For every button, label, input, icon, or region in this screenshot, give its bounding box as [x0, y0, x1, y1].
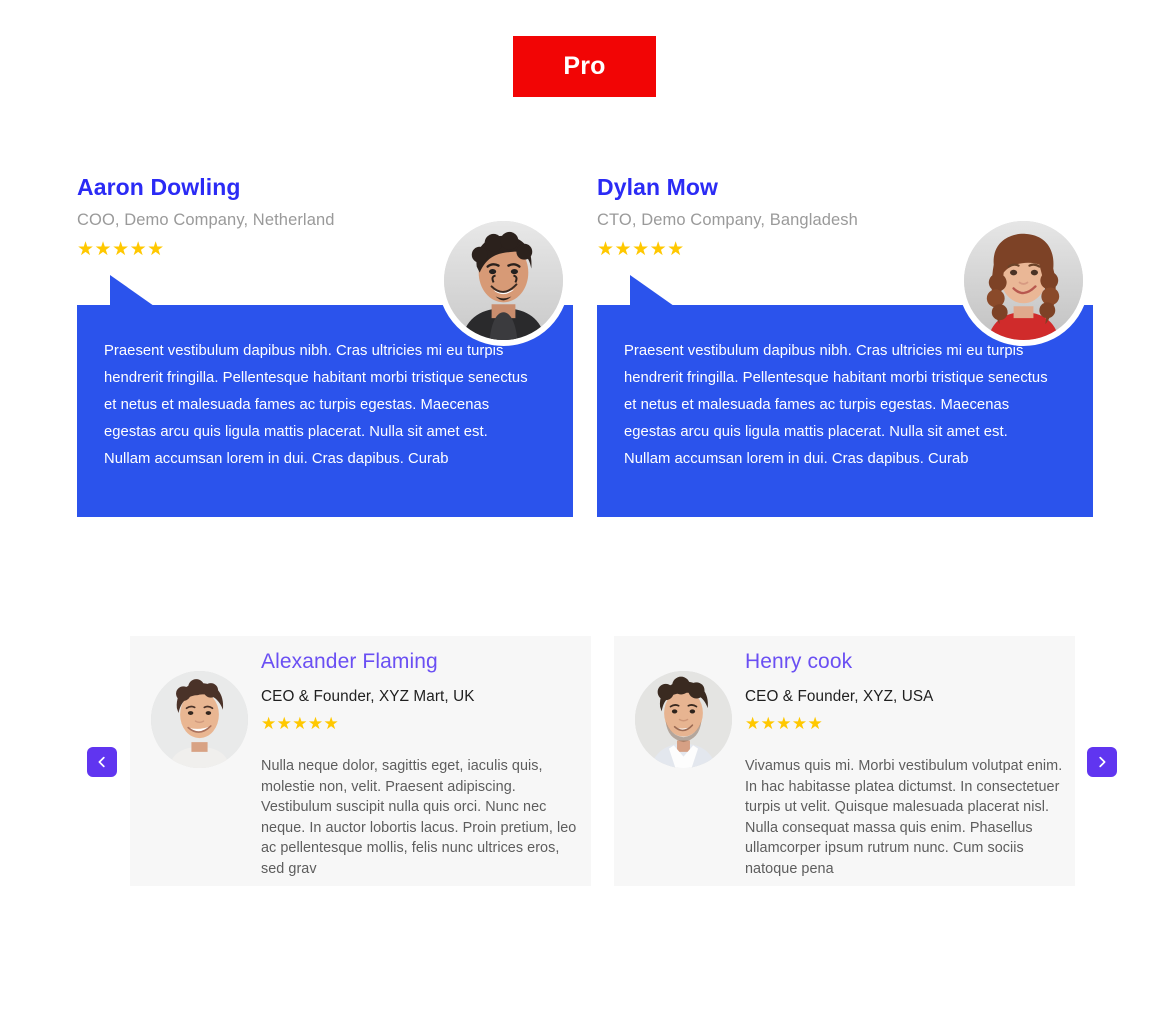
testimonial-role: CEO & Founder, XYZ, USA	[745, 688, 934, 705]
testimonial-quote: Nulla neque dolor, sagittis eget, iaculi…	[261, 758, 577, 877]
avatar	[438, 215, 569, 346]
carousel-card-content: Alexander Flaming CEO & Founder, XYZ Mar…	[261, 650, 579, 880]
bubble-tail	[630, 275, 674, 306]
carousel-card-henry-cook[interactable]: Henry cook CEO & Founder, XYZ, USA ★★★★★…	[614, 636, 1075, 886]
testimonial-name: Henry cook	[745, 650, 853, 673]
testimonial-carousel: Alexander Flaming CEO & Founder, XYZ Mar…	[0, 636, 1170, 886]
testimonial-name: Dylan Mow	[597, 174, 719, 200]
carousel-card-alexander-flaming[interactable]: Alexander Flaming CEO & Founder, XYZ Mar…	[130, 636, 591, 886]
testimonial-role: COO, Demo Company, Netherland	[77, 211, 335, 229]
carousel-prev-button[interactable]	[87, 747, 117, 777]
chevron-left-icon	[96, 756, 108, 768]
testimonial-name: Aaron Dowling	[77, 174, 241, 200]
pro-badge-label: Pro	[563, 52, 606, 80]
rating-stars: ★★★★★	[77, 239, 165, 260]
avatar	[635, 671, 732, 768]
rating-stars: ★★★★★	[261, 714, 340, 733]
testimonial-quote: Praesent vestibulum dapibus nibh. Cras u…	[104, 343, 528, 467]
pro-badge: Pro	[513, 36, 656, 97]
testimonial-role: CTO, Demo Company, Bangladesh	[597, 211, 858, 229]
chevron-right-icon	[1096, 756, 1108, 768]
carousel-card-content: Henry cook CEO & Founder, XYZ, USA ★★★★★…	[745, 650, 1063, 880]
testimonial-role: CEO & Founder, XYZ Mart, UK	[261, 688, 475, 705]
carousel-next-button[interactable]	[1087, 747, 1117, 777]
testimonials-page: Pro Aaron Dowling COO, Demo Company, Net…	[0, 0, 1170, 1031]
avatar	[958, 215, 1089, 346]
bubble-testimonial-row: Aaron Dowling COO, Demo Company, Netherl…	[0, 160, 1170, 540]
testimonial-card-dylan-mow: Dylan Mow CTO, Demo Company, Bangladesh …	[597, 160, 1093, 520]
avatar	[151, 671, 248, 768]
testimonial-quote: Praesent vestibulum dapibus nibh. Cras u…	[624, 343, 1048, 467]
rating-stars: ★★★★★	[745, 714, 824, 733]
testimonial-name: Alexander Flaming	[261, 650, 438, 673]
testimonial-quote: Vivamus quis mi. Morbi vestibulum volutp…	[745, 758, 1063, 877]
testimonial-card-aaron-dowling: Aaron Dowling COO, Demo Company, Netherl…	[77, 160, 573, 520]
bubble-tail	[110, 275, 154, 306]
rating-stars: ★★★★★	[597, 239, 685, 260]
